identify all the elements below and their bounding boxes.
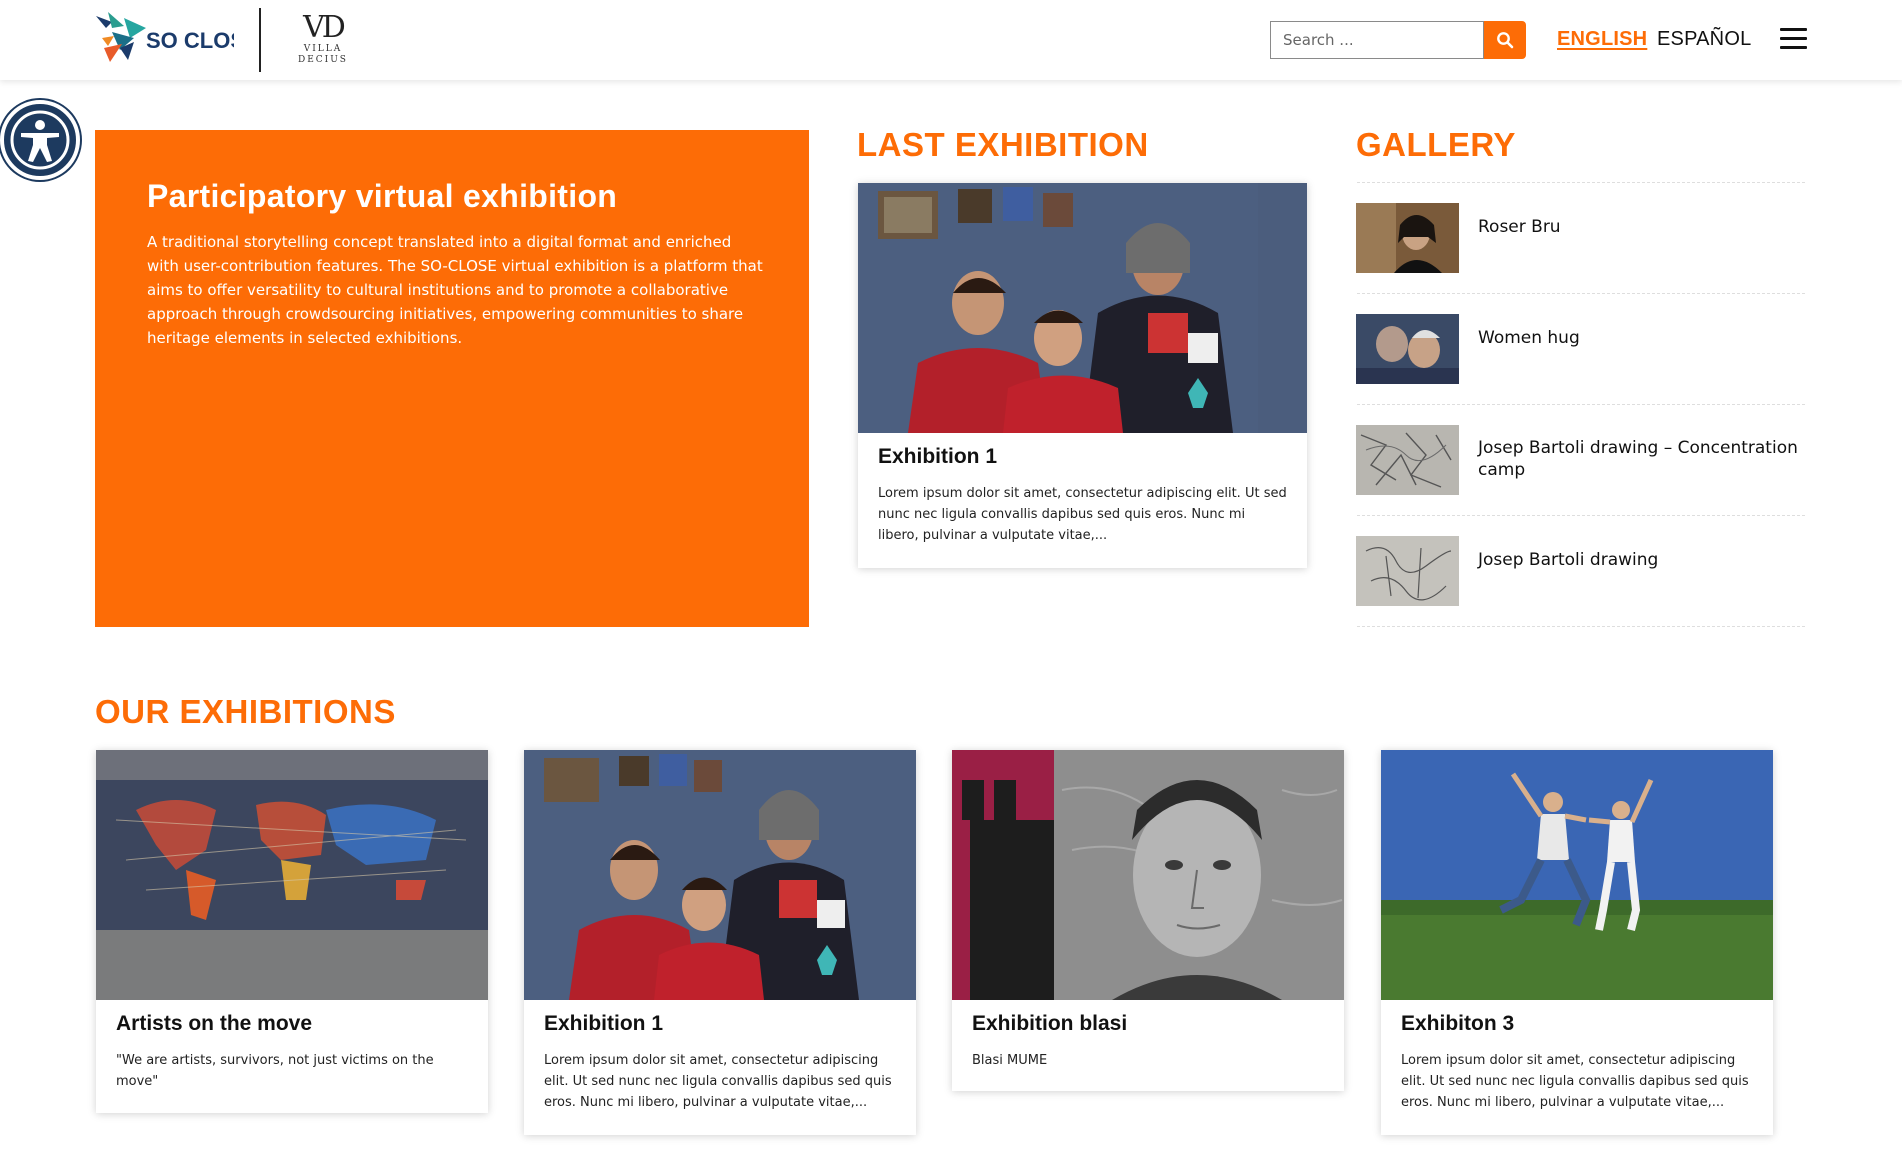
card-title: Exhibition blasi (972, 1012, 1128, 1035)
gallery-thumb-roser-bru[interactable] (1356, 203, 1459, 273)
gallery-item-bartoli-drawing[interactable]: Josep Bartoli drawing (1478, 549, 1798, 571)
exhibition-image (1381, 750, 1773, 1000)
gallery-divider (1357, 293, 1805, 294)
gallery-divider (1357, 404, 1805, 405)
exhibition-card-exhibition-1[interactable]: Exhibition 1 Lorem ipsum dolor sit amet,… (524, 750, 916, 1135)
card-title: Exhibition 1 (544, 1012, 664, 1035)
gallery-heading: GALLERY (1356, 126, 1516, 163)
exhibition-card-exhibiton-3[interactable]: Exhibiton 3 Lorem ipsum dolor sit amet, … (1381, 750, 1773, 1135)
exhibition-image (858, 183, 1307, 433)
card-title: Artists on the move (116, 1012, 313, 1035)
last-exhibition-heading: LAST EXHIBITION (857, 126, 1149, 163)
card-description: "We are artists, survivors, not just vic… (116, 1053, 434, 1089)
search-input[interactable] (1270, 21, 1484, 59)
language-english-link[interactable]: ENGLISH (1557, 28, 1647, 51)
card-description: Blasi MUME (972, 1053, 1048, 1068)
site-header: SO CLOSE VD VILLA DECIUS ENGLISH ESPAÑOL (0, 0, 1902, 80)
exhibition-card-exhibition-blasi[interactable]: Exhibition blasi Blasi MUME (952, 750, 1344, 1091)
card-description: Lorem ipsum dolor sit amet, consectetur … (1401, 1053, 1749, 1110)
hamburger-icon[interactable] (1780, 28, 1807, 50)
gallery-thumb-women-hug[interactable] (1356, 314, 1459, 384)
gallery-thumb-bartoli-drawing[interactable] (1356, 536, 1459, 606)
gallery-divider (1357, 182, 1805, 183)
gallery-item-bartoli-camp[interactable]: Josep Bartoli drawing – Concentration ca… (1478, 437, 1798, 481)
card-description: Lorem ipsum dolor sit amet, consectetur … (544, 1053, 892, 1110)
gallery-divider (1357, 515, 1805, 516)
gallery-divider (1357, 626, 1805, 627)
logo-divider (259, 8, 261, 72)
search-icon (1497, 32, 1514, 49)
exhibition-card-artists-on-the-move[interactable]: Artists on the move "We are artists, sur… (96, 750, 488, 1113)
villa-decius-logo[interactable]: VD VILLA DECIUS (295, 12, 351, 68)
exhibition-image (524, 750, 916, 1000)
logo-so: SO CLOSE (146, 28, 234, 53)
card-title: Exhibiton 3 (1401, 1012, 1515, 1035)
soclose-logo[interactable]: SO CLOSE (94, 8, 260, 72)
accessibility-button[interactable] (0, 100, 80, 180)
accessibility-icon (10, 110, 70, 170)
gallery-thumb-bartoli-camp[interactable] (1356, 425, 1459, 495)
language-spanish-link[interactable]: ESPAÑOL (1657, 28, 1751, 51)
hero-panel: Participatory virtual exhibition A tradi… (95, 130, 809, 627)
exhibition-image (96, 750, 488, 1000)
gallery-item-roser-bru[interactable]: Roser Bru (1478, 216, 1798, 238)
last-exhibition-card[interactable]: Exhibition 1 Lorem ipsum dolor sit amet,… (858, 183, 1307, 568)
hero-title: Participatory virtual exhibition (147, 178, 618, 214)
card-title: Exhibition 1 (878, 445, 998, 468)
villa-decius-mark: VD (303, 10, 346, 45)
villa-decius-word-1: VILLA (303, 44, 343, 54)
exhibition-image (952, 750, 1344, 1000)
search-button[interactable] (1484, 21, 1526, 59)
card-description: Lorem ipsum dolor sit amet, consectetur … (878, 486, 1287, 543)
hero-description: A traditional storytelling concept trans… (147, 233, 763, 347)
villa-decius-word-2: DECIUS (298, 55, 348, 65)
our-exhibitions-heading: OUR EXHIBITIONS (95, 693, 396, 730)
gallery-item-women-hug[interactable]: Women hug (1478, 327, 1798, 349)
